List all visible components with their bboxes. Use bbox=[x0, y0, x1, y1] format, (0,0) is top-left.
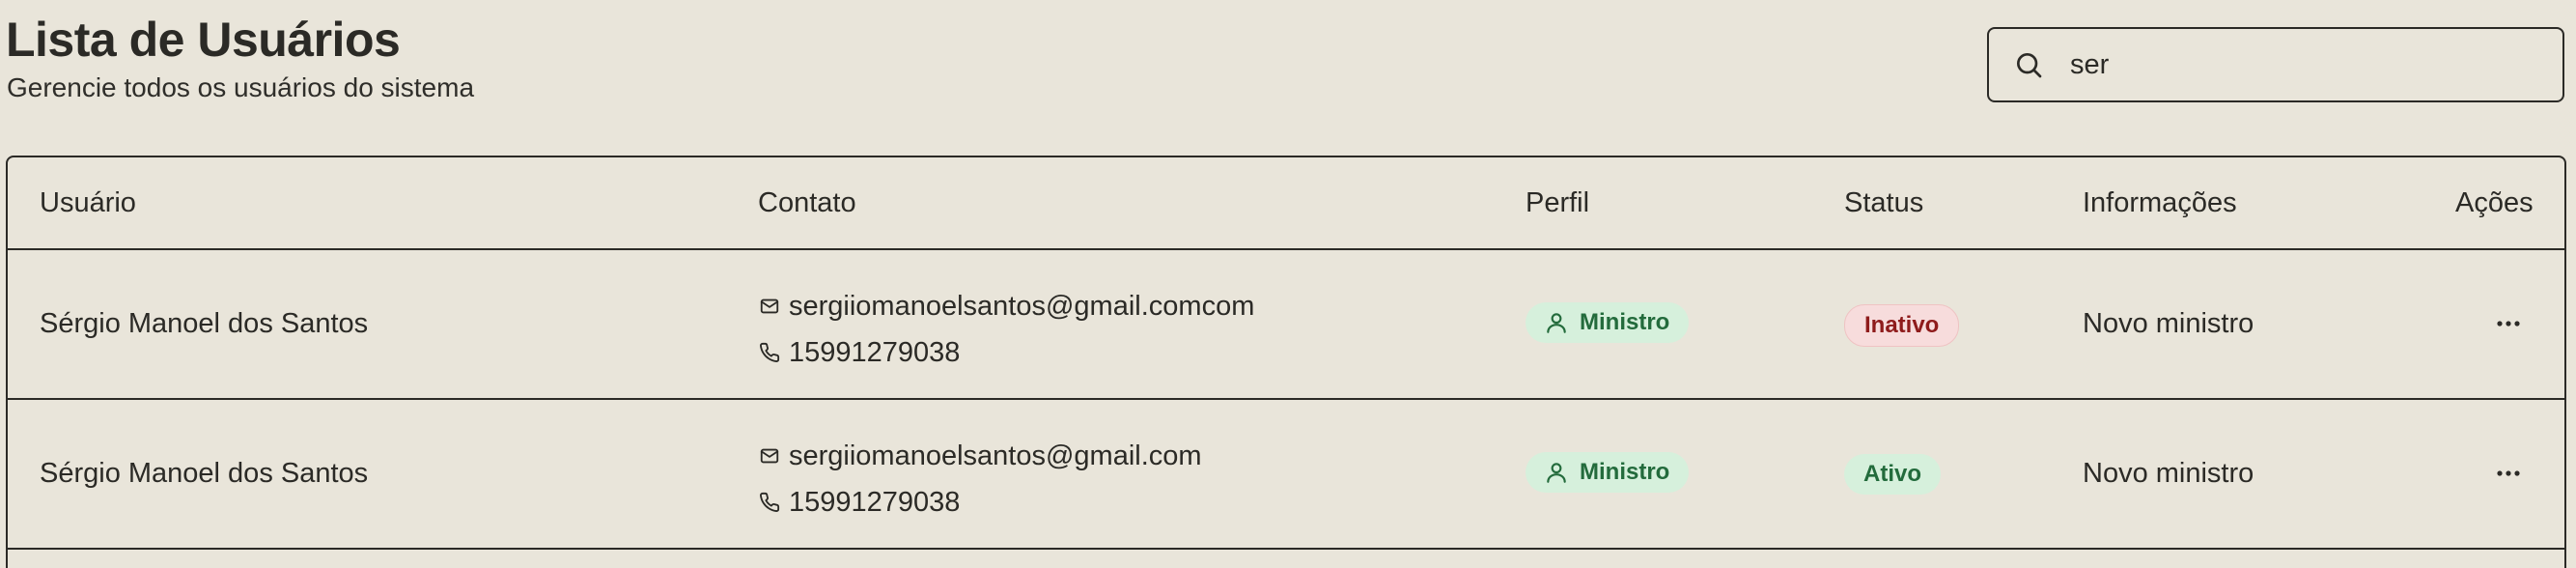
profile-label: Ministro bbox=[1580, 309, 1670, 335]
table-row: Sérgio Manoel dos Santos sergiiomanoelsa… bbox=[8, 250, 2564, 400]
user-email: sergiiomanoelsantos@gmail.comcom bbox=[789, 290, 1255, 322]
profile-badge: Ministro bbox=[1526, 302, 1690, 343]
column-header-profile: Perfil bbox=[1526, 187, 1590, 218]
user-phone: 15991279038 bbox=[789, 336, 961, 368]
phone-icon bbox=[758, 491, 781, 514]
search-box[interactable] bbox=[1987, 27, 2564, 102]
user-icon bbox=[1543, 459, 1570, 486]
mail-icon bbox=[758, 295, 781, 318]
mail-icon bbox=[758, 444, 781, 468]
search-icon bbox=[2012, 48, 2045, 81]
status-badge: Inativo bbox=[1844, 304, 1960, 347]
user-info: Novo ministro bbox=[2083, 458, 2254, 489]
phone-icon bbox=[758, 341, 781, 364]
search-input[interactable] bbox=[2068, 47, 2535, 82]
user-name: Sérgio Manoel dos Santos bbox=[40, 458, 369, 489]
more-horizontal-icon bbox=[2497, 470, 2520, 476]
profile-badge: Ministro bbox=[1526, 452, 1690, 493]
phone-line: 15991279038 bbox=[758, 479, 1202, 525]
table-header: Usuário Contato Perfil Status Informaçõe… bbox=[8, 157, 2564, 250]
page-subtitle: Gerencie todos os usuários do sistema bbox=[7, 72, 475, 102]
user-icon bbox=[1543, 309, 1570, 336]
phone-line: 15991279038 bbox=[758, 329, 1254, 376]
user-name: Sérgio Manoel dos Santos bbox=[40, 308, 369, 339]
email-line: sergiiomanoelsantos@gmail.comcom bbox=[758, 283, 1254, 329]
email-line: sergiiomanoelsantos@gmail.com bbox=[758, 433, 1202, 479]
contact-cell: sergiiomanoelsantos@gmail.comcom 1599127… bbox=[758, 283, 1254, 376]
column-header-user: Usuário bbox=[40, 187, 136, 218]
column-header-status: Status bbox=[1844, 187, 1924, 218]
users-table: Usuário Contato Perfil Status Informaçõe… bbox=[6, 156, 2566, 568]
status-badge: Ativo bbox=[1844, 454, 1941, 495]
column-header-info: Informações bbox=[2083, 187, 2237, 218]
user-email: sergiiomanoelsantos@gmail.com bbox=[789, 440, 1202, 471]
contact-cell: sergiiomanoelsantos@gmail.com 1599127903… bbox=[758, 433, 1202, 525]
column-header-contact: Contato bbox=[758, 187, 856, 218]
more-horizontal-icon bbox=[2497, 321, 2520, 327]
user-phone: 15991279038 bbox=[789, 486, 961, 518]
table-row: Sérgio Manoel dos Santos sergiiomanoelsa… bbox=[8, 400, 2564, 550]
column-header-actions: Ações bbox=[2455, 187, 2534, 218]
row-actions-button[interactable] bbox=[2489, 454, 2528, 493]
page-title: Lista de Usuários bbox=[6, 13, 401, 67]
user-info: Novo ministro bbox=[2083, 308, 2254, 339]
row-actions-button[interactable] bbox=[2489, 304, 2528, 343]
users-page: Lista de Usuários Gerencie todos os usuá… bbox=[0, 0, 2576, 568]
profile-label: Ministro bbox=[1580, 459, 1670, 485]
